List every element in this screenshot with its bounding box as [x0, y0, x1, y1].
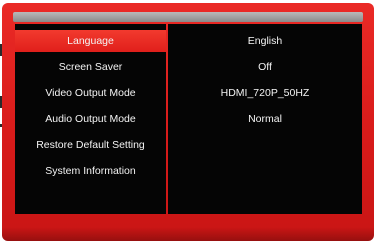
language-value[interactable]: English	[168, 30, 362, 52]
tv-screen-frame: Language Screen Saver Video Output Mode …	[2, 3, 374, 241]
menu-item-audio-output-mode[interactable]: Audio Output Mode	[15, 108, 166, 130]
menu-item-video-output-mode[interactable]: Video Output Mode	[15, 82, 166, 104]
menu-item-restore-default-setting[interactable]: Restore Default Setting	[15, 134, 166, 156]
title-bar	[13, 12, 363, 22]
settings-menu-panel: Language Screen Saver Video Output Mode …	[15, 24, 166, 214]
video-output-mode-value[interactable]: HDMI_720P_50HZ	[168, 82, 362, 104]
menu-item-system-information[interactable]: System Information	[15, 160, 166, 182]
menu-item-language[interactable]: Language	[15, 30, 166, 52]
menu-item-screen-saver[interactable]: Screen Saver	[15, 56, 166, 78]
screen-saver-value[interactable]: Off	[168, 56, 362, 78]
audio-output-mode-value[interactable]: Normal	[168, 108, 362, 130]
setting-values-panel: English Off HDMI_720P_50HZ Normal	[168, 24, 362, 214]
